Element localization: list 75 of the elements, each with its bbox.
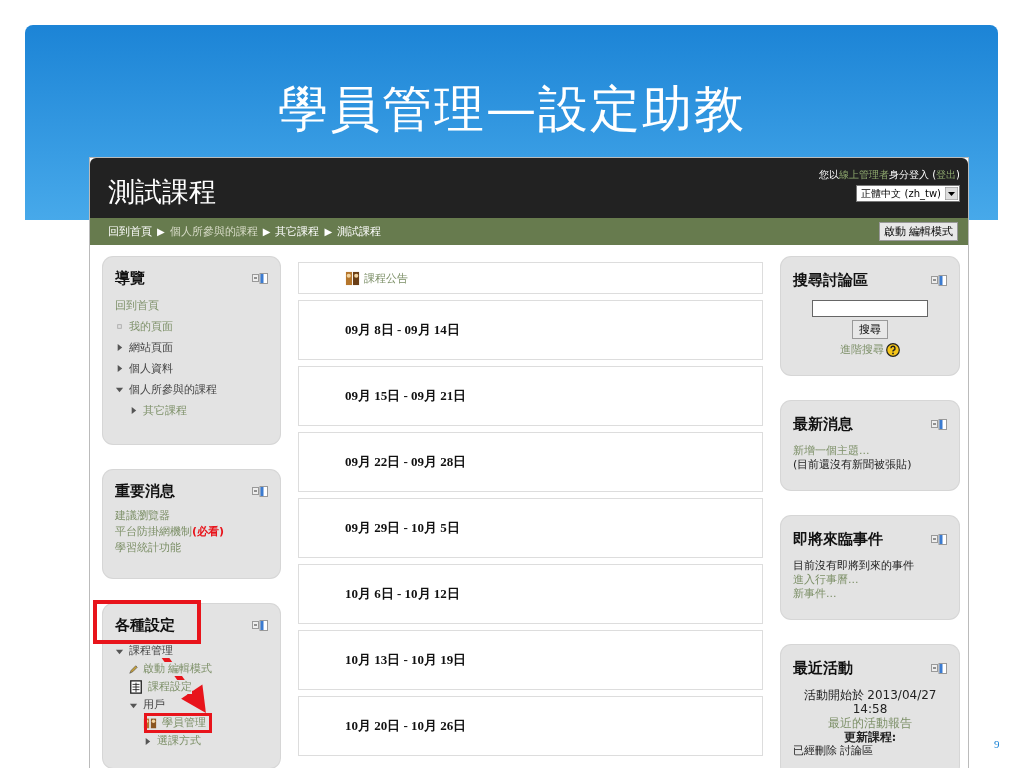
course-title: 測試課程 [108, 175, 216, 209]
advanced-search-link[interactable]: 進階搜尋 [840, 342, 884, 357]
breadcrumb-separator: ▶ [157, 226, 165, 237]
dock-icon[interactable] [252, 619, 268, 631]
week-title: 10月 6日 - 10月 12日 [345, 585, 460, 603]
block-title: 即將來臨事件 [793, 530, 883, 549]
search-button[interactable]: 搜尋 [852, 320, 888, 339]
user-link[interactable]: 線上管理者 [839, 169, 889, 180]
breadcrumb-separator: ▶ [324, 226, 333, 237]
nav-item[interactable]: 課程設定 [148, 680, 192, 694]
block-link[interactable]: 進入行事曆... [793, 573, 947, 587]
nav-item[interactable]: 啟動 編輯模式 [143, 662, 213, 676]
block-title: 各種設定 [115, 618, 175, 632]
nav-item[interactable]: 平台防掛網機制(必看) [115, 525, 225, 539]
block-title: 最近活動 [793, 659, 853, 678]
block-title: 重要消息 [115, 484, 175, 498]
nav-item[interactable]: 個人資料 [129, 361, 173, 376]
week-title: 10月 13日 - 10月 19日 [345, 651, 467, 669]
week-title: 09月 29日 - 10月 5日 [345, 519, 460, 537]
breadcrumb-link[interactable]: 測試課程 [337, 224, 382, 239]
collapsed-arrow-icon[interactable] [129, 406, 138, 415]
language-select[interactable]: 正體中文 (zh_tw) [856, 185, 960, 202]
block-link[interactable]: 新事件... [793, 587, 947, 601]
login-info: 您以線上管理者身分登入 (登出) [819, 168, 960, 182]
breadcrumb-link[interactable]: 個人所參與的課程 [169, 224, 258, 239]
block-text: 目前沒有即將到來的事件 [793, 559, 915, 573]
document-icon [129, 680, 143, 694]
nav-item[interactable]: 學員管理 [162, 716, 206, 730]
dock-icon[interactable] [931, 419, 947, 430]
block-link[interactable]: 新增一個主題... [793, 444, 947, 458]
dock-icon[interactable] [252, 272, 268, 284]
nav-item[interactable]: 建議瀏覽器 [115, 509, 170, 523]
people-icon [345, 270, 360, 286]
block-link[interactable]: 最近的活動報告 [793, 716, 947, 730]
nav-item[interactable]: 網站頁面 [129, 340, 173, 355]
block-text: 已經刪除 討論區 [793, 744, 875, 758]
block-title: 搜尋討論區 [793, 271, 868, 290]
nav-item[interactable]: 個人所參與的課程 [129, 382, 217, 397]
week-title: 09月 22日 - 09月 28日 [345, 453, 467, 471]
nav-item[interactable]: 用戶 [143, 698, 165, 712]
collapsed-arrow-icon[interactable] [115, 364, 124, 373]
logout-link[interactable]: 登出 [936, 169, 957, 180]
week-title: 09月 8日 - 09月 14日 [345, 321, 460, 339]
collapsed-arrow-icon[interactable] [115, 343, 124, 352]
block-title: 導覽 [115, 271, 145, 285]
nav-item[interactable]: 學習統計功能 [115, 541, 181, 555]
page-number: 9 [994, 738, 1000, 750]
announcement-link[interactable]: 課程公告 [364, 270, 408, 286]
slide-title: 學員管理—設定助教 [277, 79, 747, 140]
dock-icon[interactable] [931, 275, 947, 286]
block-title: 最新消息 [793, 415, 853, 434]
dock-icon[interactable] [931, 534, 947, 545]
edit-mode-button[interactable]: 啟動 編輯模式 [878, 222, 958, 241]
pencil-icon [129, 664, 138, 674]
week-title: 09月 15日 - 09月 21日 [345, 387, 467, 405]
nav-item[interactable]: 其它課程 [143, 403, 187, 418]
collapsed-arrow-icon[interactable] [143, 736, 152, 746]
breadcrumb-link[interactable]: 回到首頁 [108, 224, 152, 239]
search-field[interactable] [812, 300, 928, 317]
breadcrumb-link[interactable]: 其它課程 [275, 224, 320, 239]
nav-item[interactable]: 我的頁面 [129, 319, 173, 334]
block-text: 更新課程: [842, 730, 898, 744]
nav-item[interactable]: 課程管理 [129, 644, 173, 658]
nav-item[interactable]: 回到首頁 [115, 298, 159, 313]
help-icon[interactable] [886, 342, 900, 357]
block-text: (目前還沒有新聞被張貼) [793, 458, 913, 472]
dock-icon[interactable] [252, 485, 268, 497]
week-title: 10月 20日 - 10月 26日 [345, 717, 467, 735]
dock-icon[interactable] [931, 663, 947, 674]
breadcrumb-separator: ▶ [262, 226, 271, 237]
dropdown-arrow-icon[interactable] [945, 187, 958, 200]
block-text: 活動開始於 2013/04/27 14:58 [802, 688, 938, 716]
nav-item[interactable]: 選課方式 [157, 734, 201, 748]
expanded-arrow-icon[interactable] [115, 385, 124, 394]
bullet-icon [115, 322, 124, 331]
